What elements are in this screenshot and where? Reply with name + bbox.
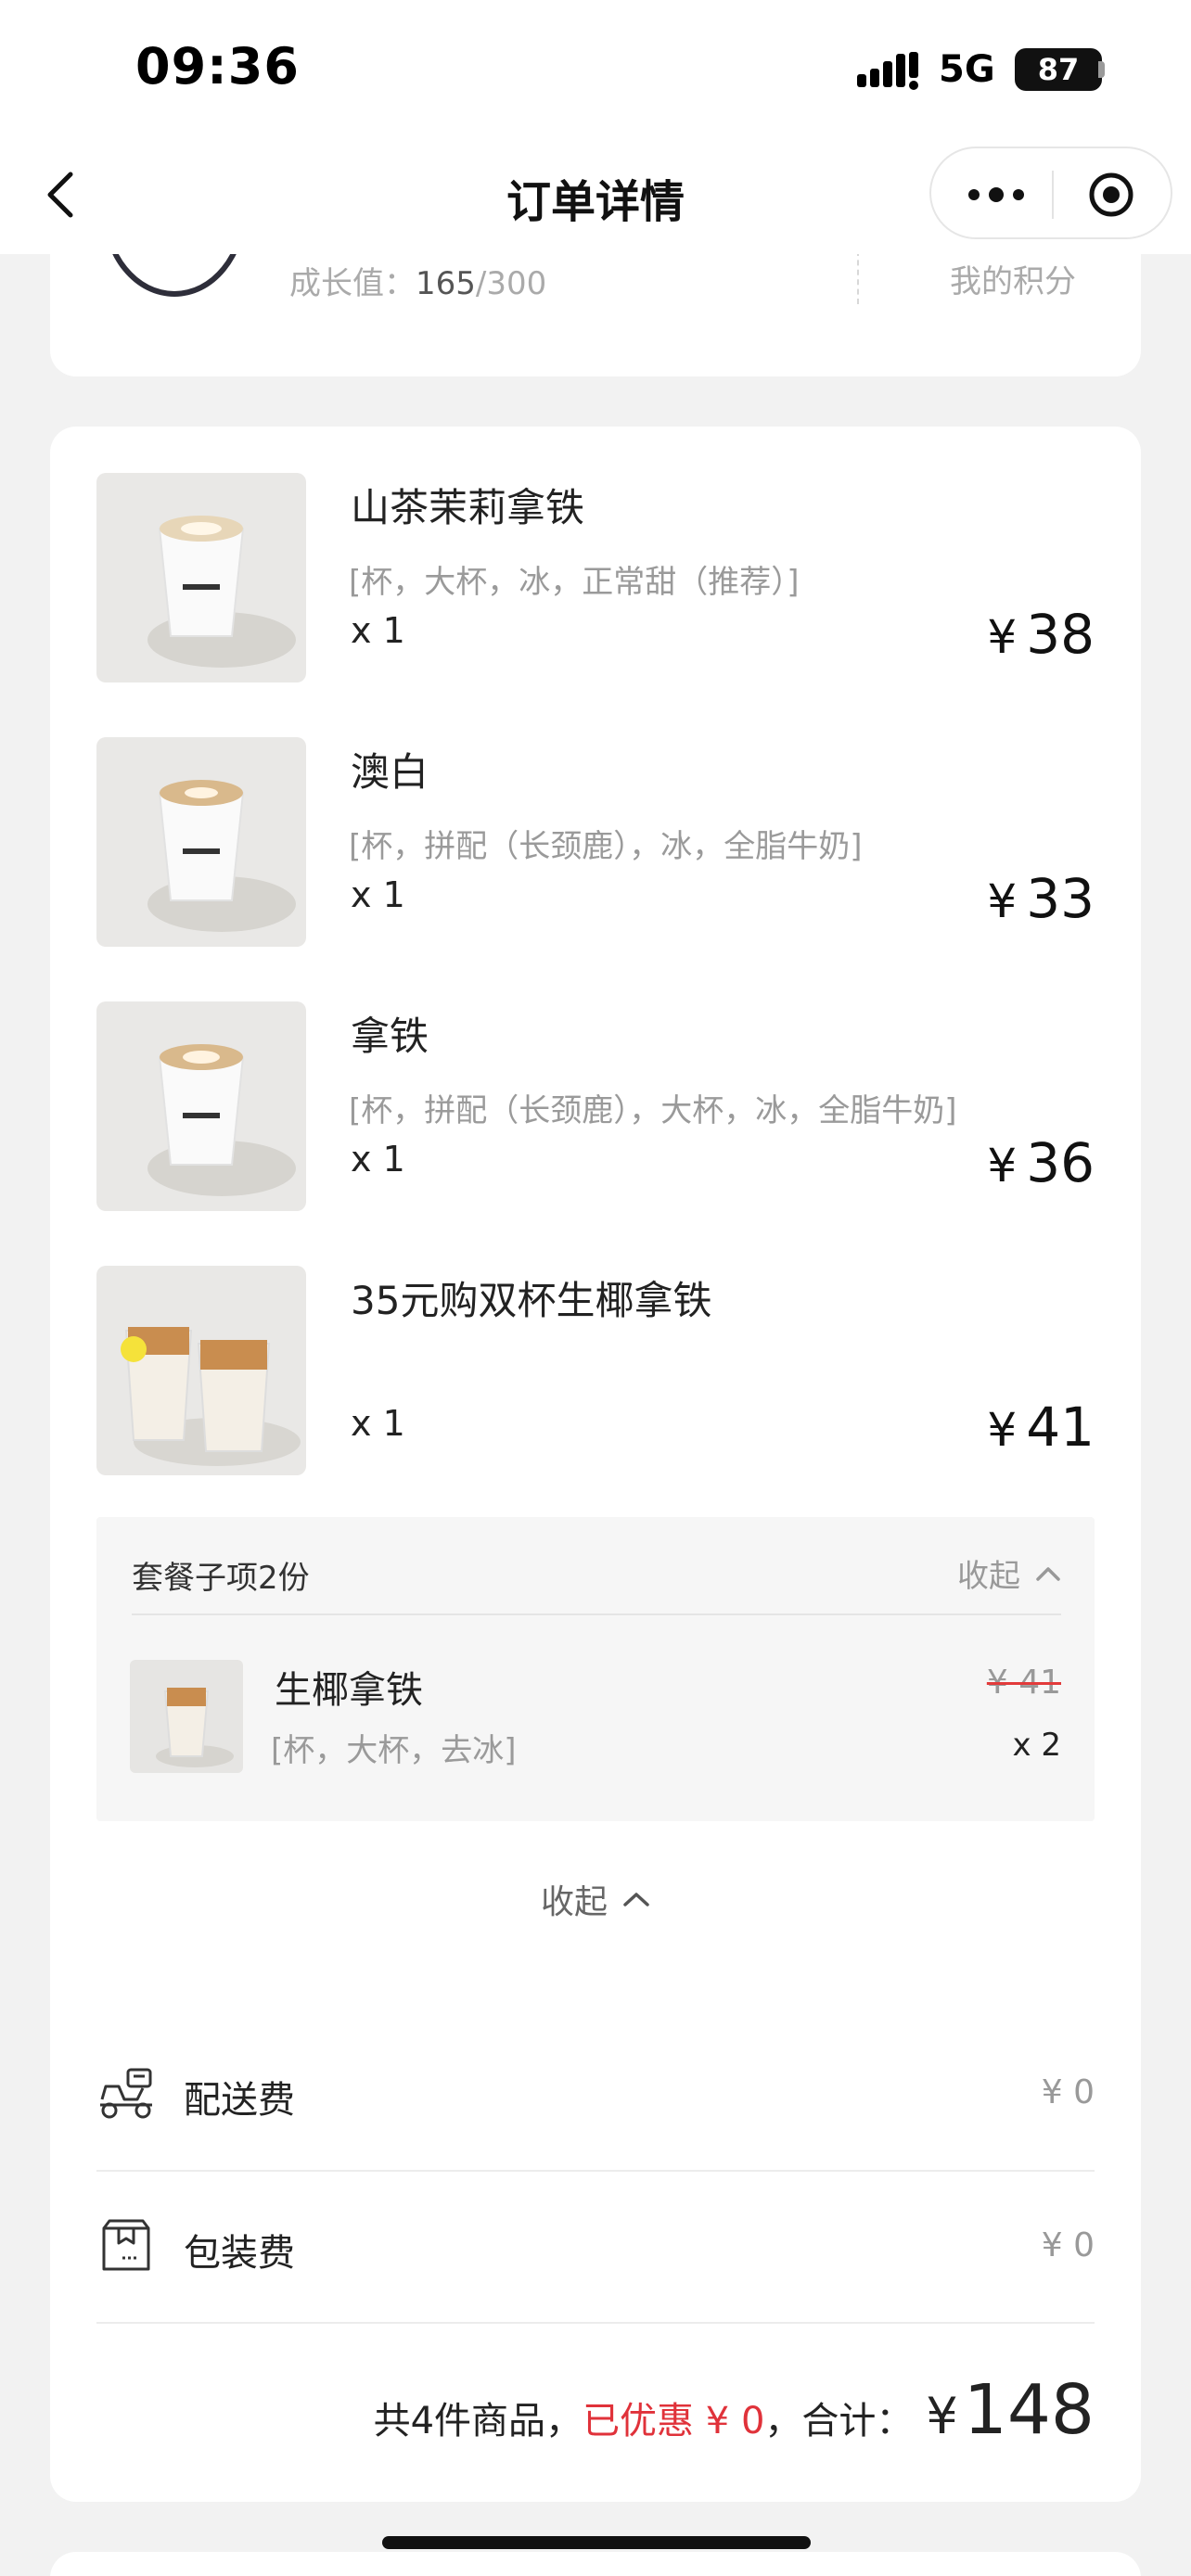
fee-value: ¥ 0 [1041, 2073, 1095, 2111]
currency-symbol: ¥ [987, 874, 1018, 928]
total-amount: 148 [963, 2370, 1095, 2450]
item-price: ¥33 [987, 867, 1095, 930]
status-bar: 09:36 5G 87 [0, 0, 1191, 139]
close-target-icon[interactable] [1087, 171, 1135, 219]
growth-value: 成长值：165/300 [289, 258, 546, 303]
item-spec: [杯，大杯，冰，正常甜（推荐）] [349, 564, 800, 601]
fee-label: 包装费 [184, 2232, 295, 2275]
order-card: 山茶茉莉拿铁 [杯，大杯，冰，正常甜（推荐）] x 1 ¥38 澳白 [杯，拼配… [50, 427, 1141, 2502]
item-spec: [杯，拼配（长颈鹿），冰，全脂牛奶] [349, 828, 863, 865]
item-price: ¥36 [987, 1131, 1095, 1194]
battery-icon: 87 [1015, 48, 1102, 91]
nav-bar: 订单详情 [0, 139, 1191, 254]
growth-total: /300 [475, 265, 547, 302]
growth-label: 成长值： [289, 265, 416, 302]
order-item[interactable]: 山茶茉莉拿铁 [杯，大杯，冰，正常甜（推荐）] x 1 ¥38 [96, 473, 1095, 682]
points-link[interactable]: 我的积分 [950, 256, 1076, 301]
combo-title: 套餐子项2份 [132, 1560, 310, 1597]
sub-item-spec: [杯，大杯，去冰] [271, 1732, 517, 1769]
more-icon[interactable] [967, 185, 1026, 204]
item-name: 35元购双杯生椰拿铁 [351, 1278, 712, 1323]
item-quantity: x 1 [351, 610, 405, 651]
collapse-button[interactable]: 收起 [50, 1875, 1141, 1923]
chevron-up-icon [623, 1893, 649, 1906]
mini-program-capsule [929, 147, 1172, 239]
item-count: 共4件商品， [373, 2400, 583, 2442]
signal-icon [857, 52, 918, 90]
fee-value: ¥ 0 [1041, 2226, 1095, 2264]
chevron-up-icon [1036, 1566, 1060, 1581]
status-time: 09:36 [135, 37, 300, 96]
collapse-label: 收起 [540, 1883, 608, 1921]
product-image [96, 1001, 306, 1211]
total-currency: ¥ [926, 2387, 958, 2445]
row-divider [96, 2322, 1095, 2324]
delivery-fee-row: 配送费 ¥ 0 [96, 2038, 1095, 2149]
item-name: 山茶茉莉拿铁 [351, 485, 585, 530]
growth-current: 165 [416, 265, 476, 302]
battery-level: 87 [1037, 52, 1080, 87]
next-card [50, 2552, 1141, 2576]
card-divider [857, 250, 859, 304]
sub-item-quantity: x 2 [1012, 1727, 1061, 1764]
item-price: ¥38 [987, 603, 1095, 666]
combo-collapse-button[interactable]: 收起 [957, 1550, 1061, 1596]
item-quantity: x 1 [351, 874, 405, 915]
discount-text: 已优惠 ¥ 0 [583, 2400, 765, 2442]
currency-symbol: ¥ [987, 610, 1018, 664]
combo-sub-items: 套餐子项2份 收起 生椰拿铁 [杯，大杯，去冰] ¥ 41 x 2 [96, 1517, 1095, 1821]
price-value: 33 [1026, 867, 1095, 930]
battery-tip [1098, 61, 1105, 78]
home-indicator[interactable] [382, 2536, 811, 2549]
order-item[interactable]: 拿铁 [杯，拼配（长颈鹿），大杯，冰，全脂牛奶] x 1 ¥36 [96, 1001, 1095, 1211]
scooter-icon [100, 2068, 152, 2119]
capsule-divider [1052, 171, 1054, 219]
fee-label: 配送费 [184, 2079, 295, 2122]
package-icon [102, 2219, 150, 2271]
item-price: ¥41 [987, 1396, 1095, 1459]
item-spec: [杯，拼配（长颈鹿），大杯，冰，全脂牛奶] [349, 1092, 957, 1129]
currency-symbol: ¥ [987, 1403, 1018, 1457]
combo-divider [132, 1613, 1061, 1615]
price-value: 38 [1026, 603, 1095, 666]
item-quantity: x 1 [351, 1139, 405, 1180]
item-name: 拿铁 [351, 1014, 429, 1059]
total-label: ，合计： [764, 2400, 914, 2442]
product-image [96, 737, 306, 947]
item-quantity: x 1 [351, 1403, 405, 1444]
sub-item-image [130, 1660, 243, 1773]
order-item[interactable]: 35元购双杯生椰拿铁 x 1 ¥41 [96, 1266, 1095, 1475]
network-label: 5G [939, 48, 995, 91]
product-image [96, 473, 306, 682]
item-name: 澳白 [351, 749, 429, 795]
sub-item-original-price: ¥ 41 [986, 1664, 1061, 1702]
order-summary: 共4件商品， 已优惠 ¥ 0 ，合计： ¥ 148 [374, 2370, 1095, 2450]
sub-item-name: 生椰拿铁 [275, 1669, 423, 1712]
packaging-fee-row: 包装费 ¥ 0 [96, 2191, 1095, 2302]
price-value: 36 [1026, 1131, 1095, 1194]
product-image [96, 1266, 306, 1475]
price-value: 41 [1026, 1396, 1095, 1459]
currency-symbol: ¥ [987, 1139, 1018, 1192]
order-item[interactable]: 澳白 [杯，拼配（长颈鹿），冰，全脂牛奶] x 1 ¥33 [96, 737, 1095, 947]
combo-collapse-label: 收起 [957, 1558, 1020, 1595]
row-divider [96, 2170, 1095, 2172]
